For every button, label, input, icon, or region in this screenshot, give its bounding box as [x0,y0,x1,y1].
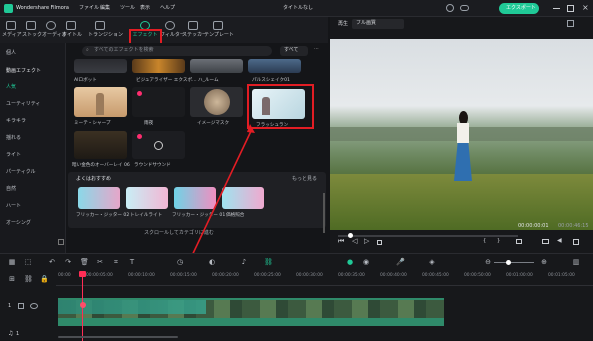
layout-icon[interactable]: ▥ [572,258,580,266]
marker-icon[interactable]: ◉ [362,258,370,266]
playhead-handle[interactable] [79,271,86,277]
text-icon[interactable]: T [128,258,136,266]
lock-icon[interactable]: 🔒 [40,275,49,283]
add-track-icon[interactable]: ⊞ [8,275,16,283]
ai-icon[interactable]: ◈ [428,258,436,266]
select-tool-icon[interactable]: ⬚ [24,258,32,266]
effect-drop-marker [80,302,86,308]
color-icon[interactable]: ◐ [208,258,216,266]
music-icon: ♫ [8,330,14,337]
video-track-visibility-icon[interactable] [30,303,38,309]
track-link-icon[interactable]: ⛓ [24,275,33,283]
crop-icon[interactable]: ⌗ [112,258,120,266]
undo-icon[interactable]: ↶ [48,258,56,266]
video-track-lock-icon[interactable] [18,303,24,309]
audio-waveform[interactable] [58,318,444,326]
zoom-knob[interactable] [506,260,511,265]
video-track-number: 1 [8,303,12,309]
render-icon[interactable]: ● [346,258,354,266]
timeline-scrollbar[interactable] [58,336,178,338]
audio-track-number: 1 [16,331,20,337]
zoom-slider[interactable] [494,260,534,265]
grid-icon[interactable]: ▦ [8,258,16,266]
zoom-in-icon[interactable]: ⊕ [540,258,548,266]
timeline-panel: ▦ ⬚ ↶ ↷ 🗑 ✂ ⌗ T ◷ ◐ ♪ ⛓ ● ◉ 🎤 ◈ ⊖ ⊕ ▥ 00… [0,253,593,341]
mic-icon[interactable]: 🎤 [396,258,405,266]
split-icon[interactable]: ✂ [96,258,104,266]
audio-tool-icon[interactable]: ♪ [240,258,248,266]
speed-icon[interactable]: ◷ [176,258,184,266]
zoom-out-icon[interactable]: ⊖ [484,258,492,266]
link-icon[interactable]: ⛓ [264,258,273,266]
timeline-ruler[interactable]: 00:00 00:00:05:00 00:00:10:00 00:00:15:0… [56,272,593,286]
redo-icon[interactable]: ↷ [64,258,72,266]
delete-icon[interactable]: 🗑 [80,258,89,266]
